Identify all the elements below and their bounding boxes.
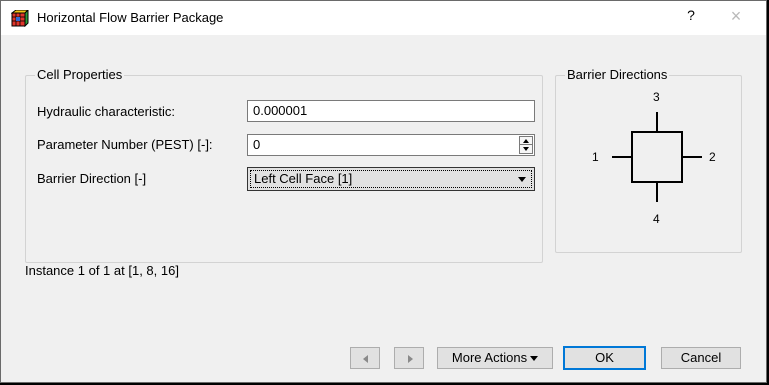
hydraulic-value: 0.000001 [253, 103, 308, 118]
spin-down-icon [523, 147, 529, 151]
direction-label-bottom: 4 [653, 212, 660, 226]
barrier-directions-diagram [612, 112, 702, 202]
cancel-button[interactable]: Cancel [661, 347, 741, 369]
direction-value: Left Cell Face [1] [254, 171, 353, 186]
dropdown-arrow-icon [530, 356, 539, 362]
cancel-label: Cancel [680, 350, 722, 365]
barrier-diagram: 3 1 2 4 [586, 88, 716, 238]
previous-button[interactable] [350, 347, 380, 369]
help-button[interactable]: ? [681, 7, 701, 27]
parameter-spinbox[interactable]: 0 [247, 134, 535, 156]
direction-label: Barrier Direction [-] [37, 171, 147, 186]
more-actions-label: More Actions [451, 350, 528, 365]
title-bar: Horizontal Flow Barrier Package ? × [1, 1, 766, 35]
spin-buttons[interactable] [519, 136, 533, 154]
parameter-label: Parameter Number (PEST) [-]: [37, 137, 213, 152]
barrier-directions-group: Barrier Directions 3 1 2 4 [555, 67, 742, 253]
triangle-right-icon [408, 355, 413, 363]
next-button[interactable] [394, 347, 424, 369]
ok-label: OK [595, 350, 614, 365]
cell-square [631, 131, 683, 183]
close-button[interactable]: × [725, 6, 747, 28]
barrier-directions-title: Barrier Directions [565, 67, 670, 82]
cell-properties-group: Cell Properties Hydraulic characteristic… [25, 67, 543, 263]
direction-label-left: 1 [592, 150, 599, 164]
hydraulic-input[interactable]: 0.000001 [247, 100, 535, 122]
spin-down-button[interactable] [520, 145, 532, 153]
direction-select[interactable]: Left Cell Face [1] [247, 167, 535, 191]
triangle-left-icon [363, 355, 368, 363]
spin-up-button[interactable] [520, 137, 532, 145]
window-title: Horizontal Flow Barrier Package [37, 10, 224, 25]
more-actions-button[interactable]: More Actions [437, 347, 553, 369]
parameter-value: 0 [253, 137, 261, 152]
app-grid-icon [11, 10, 29, 27]
direction-label-right: 2 [709, 150, 716, 164]
spin-up-icon [523, 139, 529, 143]
direction-label-top: 3 [653, 90, 660, 104]
ok-button[interactable]: OK [563, 346, 646, 370]
dialog-window: Horizontal Flow Barrier Package ? × Cell… [0, 0, 767, 383]
instance-status: Instance 1 of 1 at [1, 8, 16] [25, 263, 179, 278]
chevron-down-icon [518, 177, 526, 182]
hydraulic-label: Hydraulic characteristic: [37, 104, 175, 119]
cell-properties-title: Cell Properties [35, 67, 125, 82]
